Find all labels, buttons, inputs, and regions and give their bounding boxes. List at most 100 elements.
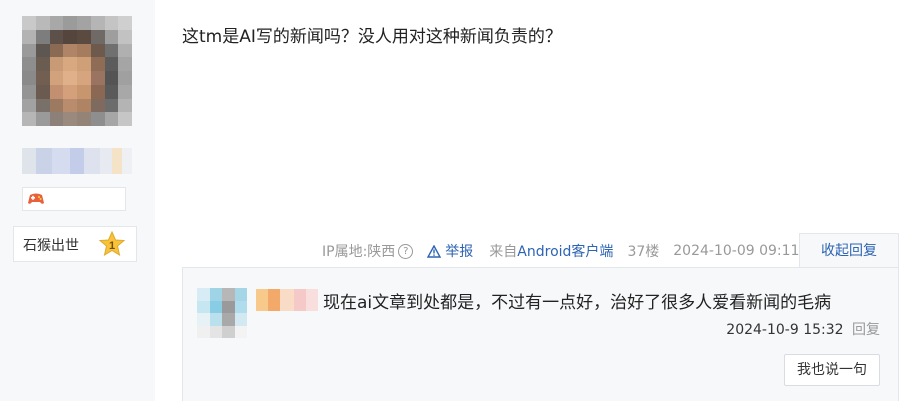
avatar-pixel: [49, 43, 64, 58]
avatar-pixel: [90, 29, 105, 44]
avatar-pixel: [118, 57, 132, 71]
replier-avatar-pixel: [209, 313, 222, 326]
replier-avatar-pixel: [222, 313, 235, 326]
author-avatar[interactable]: [22, 16, 132, 126]
avatar-pixel: [22, 16, 36, 30]
rank-level: 1: [109, 240, 115, 252]
avatar-pixel: [118, 112, 132, 126]
avatar-pixel: [49, 98, 64, 113]
avatar-pixel: [63, 71, 77, 85]
avatar-pixel: [118, 16, 132, 30]
avatar-pixel: [22, 71, 36, 85]
avatar-pixel: [35, 98, 50, 113]
avatar-pixel: [35, 71, 50, 85]
avatar-pixel: [49, 29, 64, 44]
avatar-pixel: [35, 57, 50, 71]
replier-avatar-pixel: [222, 288, 235, 301]
avatar-pixel: [49, 84, 64, 99]
warning-triangle-icon: [427, 244, 442, 258]
avatar-pixel: [49, 112, 64, 126]
replier-username-pixelated[interactable]: [256, 289, 318, 311]
replier-username-pixel: [306, 289, 318, 311]
post-source: 来自Android客户端: [489, 241, 613, 261]
collapse-replies-button[interactable]: 收起回复: [799, 233, 899, 267]
avatar-pixel: [22, 98, 36, 113]
post-content: 这tm是AI写的新闻吗？没人用对这种新闻负责的？: [182, 27, 562, 47]
rank-title: 石猴出世: [23, 238, 79, 254]
replier-username-pixel: [268, 289, 280, 311]
source-client-link[interactable]: Android客户端: [517, 244, 613, 260]
replier-avatar[interactable]: [197, 288, 247, 338]
avatar-pixel: [118, 29, 132, 44]
floor-number: 37楼: [627, 244, 660, 260]
author-username-pixelated[interactable]: [22, 148, 132, 174]
replier-avatar-pixel: [209, 288, 222, 301]
avatar-pixel: [77, 71, 91, 85]
avatar-pixel: [35, 29, 50, 44]
replier-avatar-pixel: [197, 300, 210, 313]
avatar-pixel: [104, 71, 119, 85]
replier-avatar-pixel: [234, 325, 247, 338]
reply-link[interactable]: 回复: [852, 322, 880, 338]
username-pixel: [36, 148, 52, 174]
avatar-pixel: [90, 84, 105, 99]
avatar-pixel: [63, 98, 77, 113]
replier-avatar-pixel: [197, 313, 210, 326]
post-time: 2024-10-09 09:11: [673, 243, 800, 259]
avatar-pixel: [104, 112, 119, 126]
help-circle-icon[interactable]: ?: [398, 243, 414, 259]
avatar-pixel: [90, 98, 105, 113]
rank-box[interactable]: 石猴出世 1: [13, 226, 137, 262]
avatar-pixel: [90, 112, 105, 126]
post-meta: IP属地:陕西 ? 举报 来自Android客户端 37楼 2024-10-09…: [322, 241, 799, 261]
say-something-button[interactable]: 我也说一句: [784, 354, 880, 386]
avatar-pixel: [22, 29, 36, 44]
avatar-pixel: [35, 43, 50, 58]
avatar-pixel: [118, 43, 132, 58]
avatar-pixel: [35, 112, 50, 126]
reply-time: 2024-10-9 15:32: [726, 322, 844, 338]
replier-avatar-pixel: [197, 325, 210, 338]
username-pixel: [100, 148, 112, 174]
avatar-pixel: [77, 112, 91, 126]
replier-username-pixel: [256, 289, 268, 311]
avatar-pixel: [63, 16, 77, 30]
star-icon: 1: [98, 230, 126, 257]
avatar-pixel: [22, 57, 36, 71]
reply-content: 现在ai文章到处都是，不过有一点好，治好了很多人爱看新闻的毛病: [323, 293, 832, 313]
report-link[interactable]: 举报: [427, 241, 473, 261]
replier-avatar-pixel: [209, 300, 222, 313]
avatar-pixel: [118, 98, 132, 113]
badge-box[interactable]: [22, 187, 126, 211]
avatar-pixel: [49, 16, 64, 30]
avatar-pixel: [104, 84, 119, 99]
replier-avatar-pixel: [234, 300, 247, 313]
username-pixel: [70, 148, 84, 174]
avatar-pixel: [63, 43, 77, 58]
avatar-pixel: [77, 57, 91, 71]
username-pixel: [52, 148, 70, 174]
avatar-pixel: [104, 29, 119, 44]
username-pixel: [112, 148, 122, 174]
avatar-pixel: [49, 71, 64, 85]
avatar-pixel: [63, 84, 77, 99]
avatar-pixel: [77, 84, 91, 99]
report-label: 举报: [445, 244, 474, 260]
avatar-pixel: [77, 29, 91, 44]
game-controller-icon: [28, 193, 44, 204]
replier-avatar-pixel: [234, 288, 247, 301]
replier-username-pixel: [294, 289, 306, 311]
avatar-pixel: [22, 43, 36, 58]
author-sidebar: 石猴出世 1: [0, 0, 155, 401]
replier-username-pixel: [280, 289, 294, 311]
replier-avatar-pixel: [222, 325, 235, 338]
avatar-pixel: [77, 43, 91, 58]
source-prefix: 来自: [489, 244, 518, 260]
username-pixel: [122, 148, 132, 174]
avatar-pixel: [90, 16, 105, 30]
reply-panel: 现在ai文章到处都是，不过有一点好，治好了很多人爱看新闻的毛病 2024-10-…: [182, 267, 899, 401]
avatar-pixel: [63, 57, 77, 71]
avatar-pixel: [104, 43, 119, 58]
replier-avatar-pixel: [234, 313, 247, 326]
replier-avatar-pixel: [197, 288, 210, 301]
